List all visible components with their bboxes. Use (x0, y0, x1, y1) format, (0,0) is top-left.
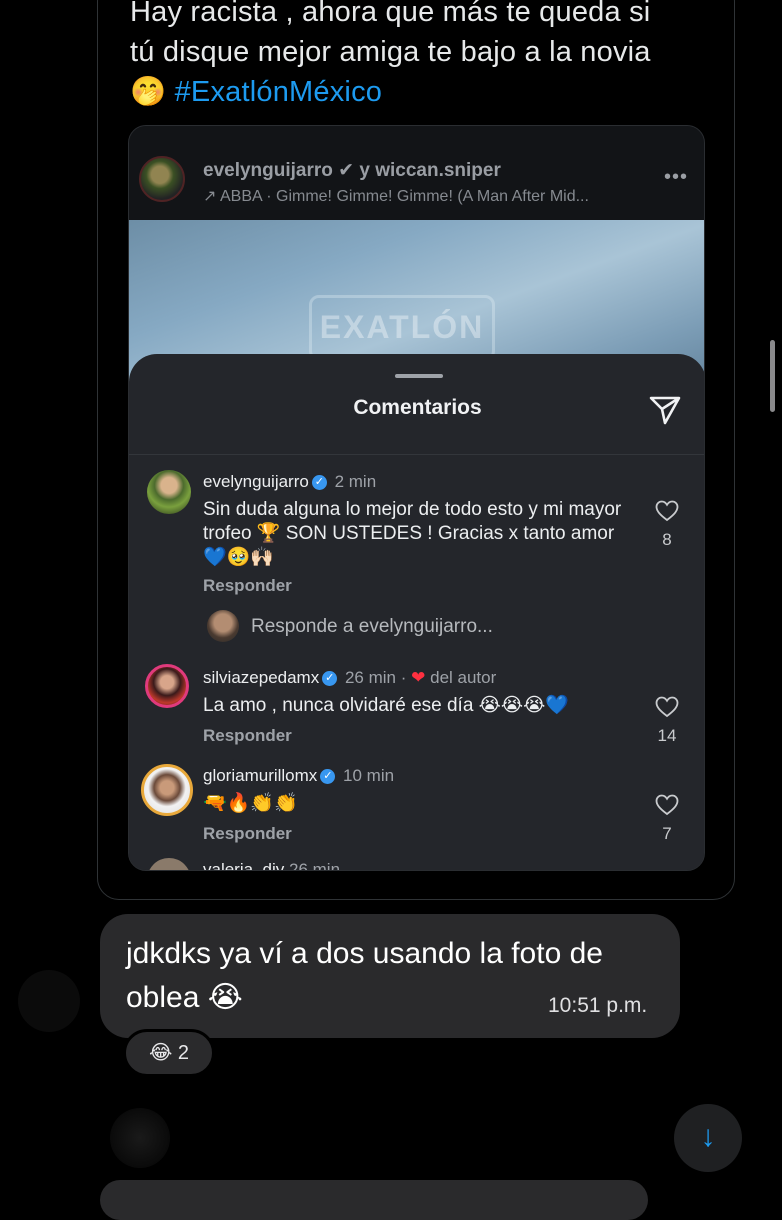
scrollbar[interactable] (770, 340, 775, 412)
heart-icon[interactable] (655, 500, 679, 522)
comments-title: Comentarios (353, 396, 482, 419)
more-icon: ••• (664, 166, 689, 188)
tweet-line-1: Hay racista , ahora que más te queda si (130, 0, 651, 28)
reaction-badge[interactable]: 😂 2 (123, 1029, 215, 1077)
avatar (110, 1108, 170, 1168)
avatar (139, 156, 185, 202)
verified-icon: ✓ (320, 769, 336, 785)
arrow-down-icon: ↓ (700, 1120, 716, 1153)
comment-user: evelynguijarro ✓ 2 min (203, 472, 377, 491)
avatar (141, 764, 193, 816)
ig-post-music: ↗ ABBA · Gimme! Gimme! Gimme! (A Man Aft… (203, 188, 589, 205)
avatar (147, 470, 191, 514)
comment-user: silviazepedamx ✓ 26 min · ❤ del autor (203, 668, 497, 687)
comment-text: Sin duda alguna lo mejor de todo esto y … (203, 499, 622, 568)
comment-user: valeria_diy 26 min (203, 860, 341, 871)
tweet-emoji: 🤭 (130, 76, 167, 108)
avatar (207, 610, 239, 642)
message-bubble[interactable]: jdkdks ya ví a dos usando la foto de obl… (100, 914, 680, 1038)
heart-icon[interactable] (655, 794, 679, 816)
tweet-text: Hay racista , ahora que más te queda si … (130, 0, 720, 112)
embedded-image[interactable]: evelynguijarro ✔ y wiccan.sniper ↗ ABBA … (128, 125, 705, 871)
send-icon (649, 396, 681, 425)
exatlon-logo: EXATLÓN (309, 295, 495, 361)
comments-sheet: Comentarios evelynguijarro ✓ 2 min Sin du… (129, 354, 704, 871)
heart-icon[interactable] (655, 696, 679, 718)
sheet-handle (395, 374, 443, 378)
avatar (145, 664, 189, 708)
comment-text: 🔫🔥👏👏 (203, 793, 298, 814)
verified-icon: ✓ (311, 475, 327, 491)
verified-icon: ✓ (322, 671, 338, 687)
avatar (18, 970, 80, 1032)
reply-input[interactable]: Responde a evelynguijarro... (251, 616, 493, 638)
heart-filled-icon: ❤ (411, 668, 426, 687)
tweet-line-2: tú disque mejor amiga te bajo a la novia (130, 36, 651, 68)
comment-user: gloriamurillomx ✓ 10 min (203, 766, 395, 785)
avatar (147, 858, 191, 870)
ig-post-header: evelynguijarro ✔ y wiccan.sniper ↗ ABBA … (129, 126, 704, 220)
like-count: 7 (662, 824, 672, 843)
hashtag-link[interactable]: #ExatlónMéxico (175, 76, 383, 108)
scroll-to-bottom-button[interactable]: ↓ (674, 1104, 742, 1172)
message-time: 10:51 p.m. (548, 994, 648, 1017)
like-count: 8 (662, 530, 672, 549)
message-bubble[interactable] (100, 1180, 648, 1220)
reply-button[interactable]: Responder (203, 726, 292, 746)
ig-post-users: evelynguijarro ✔ y wiccan.sniper (203, 160, 501, 181)
reply-button[interactable]: Responder (203, 576, 292, 596)
like-count: 14 (657, 726, 677, 745)
comment-text: La amo , nunca olvidaré ese día 😭😭😭💙 (203, 695, 569, 716)
reply-button[interactable]: Responder (203, 824, 292, 844)
divider (129, 454, 704, 455)
